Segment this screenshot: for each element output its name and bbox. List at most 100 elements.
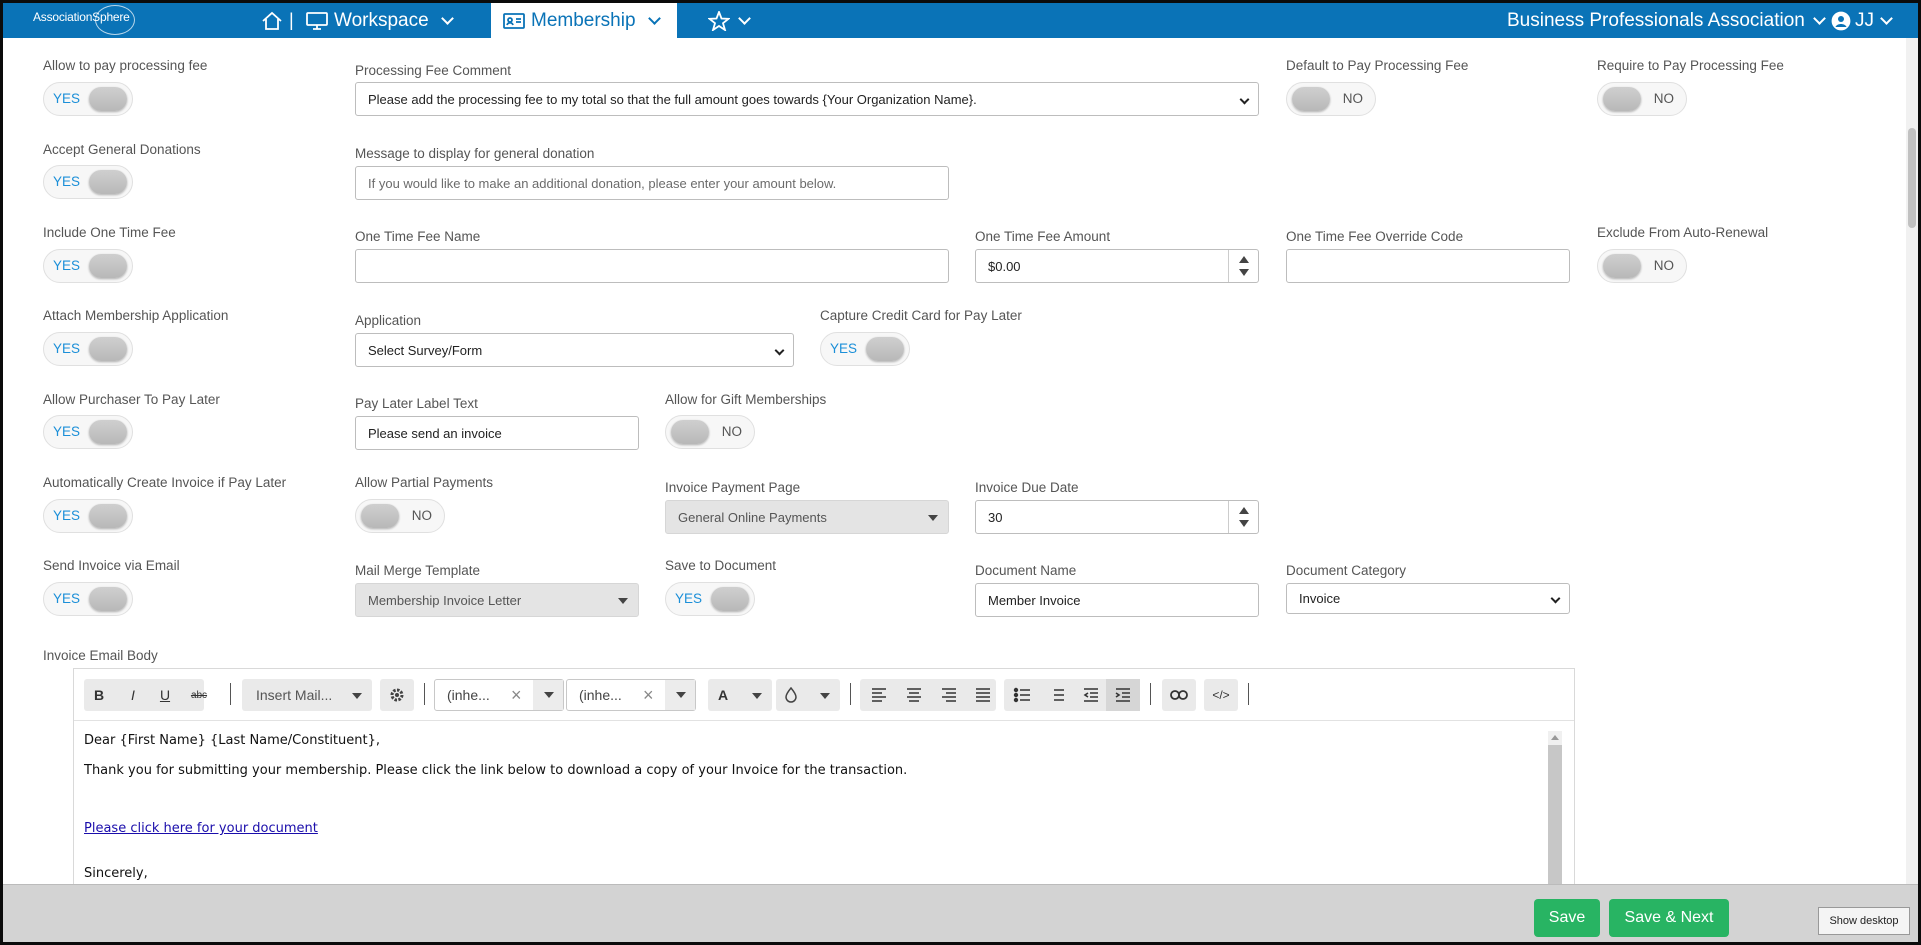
show-desktop-button[interactable]: Show desktop — [1818, 907, 1910, 935]
bold-button[interactable]: B — [84, 679, 114, 711]
caret-down-icon — [676, 692, 686, 698]
chevron-down-icon — [774, 345, 785, 356]
attach-app-toggle[interactable]: YES — [43, 332, 133, 366]
code-icon: </> — [1212, 688, 1230, 702]
fee-amount-label: One Time Fee Amount — [975, 229, 1111, 244]
italic-button[interactable]: I — [118, 679, 148, 711]
spin-up-icon[interactable] — [1239, 256, 1249, 263]
font-family-dropdown[interactable]: (inhe... × — [434, 679, 564, 711]
home-button[interactable]: | — [261, 3, 294, 38]
override-code-input[interactable] — [1286, 249, 1570, 283]
spin-down-icon[interactable] — [1239, 520, 1249, 527]
list-indent-group — [1004, 679, 1140, 711]
gift-toggle[interactable]: NO — [665, 415, 755, 449]
favorites-menu[interactable] — [708, 3, 755, 38]
fee-name-input[interactable] — [355, 249, 949, 283]
app-logo[interactable]: AssociationSphere — [33, 5, 135, 35]
show-desktop-label: Show desktop — [1829, 915, 1899, 927]
save-button[interactable]: Save — [1534, 899, 1600, 937]
user-icon — [1831, 11, 1851, 30]
doc-category-select[interactable]: Invoice — [1286, 583, 1570, 614]
pay-later-toggle[interactable]: YES — [43, 415, 133, 449]
email-body-label: Invoice Email Body — [43, 648, 158, 663]
fee-amount-value: $0.00 — [988, 258, 1021, 274]
scroll-up-icon[interactable] — [1548, 731, 1562, 745]
override-code-label: One Time Fee Override Code — [1286, 229, 1464, 244]
strikethrough-button[interactable]: abc — [182, 679, 216, 711]
one-time-fee-toggle[interactable]: YES — [43, 249, 133, 283]
toggle-state: YES — [53, 258, 81, 273]
spin-up-icon[interactable] — [1239, 507, 1249, 514]
caret-down-icon — [820, 693, 830, 699]
accept-donations-label: Accept General Donations — [43, 142, 201, 157]
user-menu[interactable]: JJ — [1831, 3, 1897, 38]
fee-amount-input[interactable]: $0.00 — [975, 249, 1259, 283]
allow-fee-toggle[interactable]: YES — [43, 82, 133, 116]
mail-merge-value: Membership Invoice Letter — [368, 592, 522, 608]
insert-link-button[interactable] — [1162, 679, 1196, 711]
page-scrollbar[interactable] — [1906, 38, 1918, 884]
insert-mail-merge-dropdown[interactable]: Insert Mail... — [242, 679, 372, 711]
require-fee-toggle[interactable]: NO — [1597, 82, 1687, 116]
doc-name-input[interactable]: Member Invoice — [975, 583, 1259, 617]
org-menu[interactable]: Business Professionals Association — [1507, 3, 1830, 38]
payment-page-select[interactable]: General Online Payments — [665, 500, 949, 534]
due-date-input[interactable]: 30 — [975, 500, 1259, 534]
donation-msg-input[interactable]: If you would like to make an additional … — [355, 166, 949, 200]
text-color-button[interactable]: A — [708, 679, 772, 711]
spin-down-icon[interactable] — [1239, 269, 1249, 276]
insert-mail-label: Insert Mail... — [256, 687, 333, 703]
clear-icon[interactable]: × — [511, 685, 522, 706]
accept-donations-toggle[interactable]: YES — [43, 165, 133, 199]
font-size-dropdown[interactable]: (inhe... × — [566, 679, 696, 711]
font-size-toggle[interactable] — [665, 680, 695, 710]
underline-button[interactable]: U — [150, 679, 180, 711]
membership-menu[interactable]: Membership — [491, 3, 677, 38]
editor-scrollbar[interactable] — [1548, 731, 1562, 884]
toggle-knob — [89, 87, 127, 111]
pay-later-text-input[interactable]: Please send an invoice — [355, 416, 639, 450]
home-separator: | — [289, 10, 294, 30]
clear-icon[interactable]: × — [643, 685, 654, 706]
toolbar-divider — [1248, 683, 1249, 705]
caret-down-icon — [618, 598, 628, 604]
chevron-down-icon — [1880, 11, 1893, 25]
document-link[interactable]: Please click here for your document — [84, 821, 318, 836]
save-next-button[interactable]: Save & Next — [1609, 899, 1729, 937]
application-label: Application — [355, 313, 422, 328]
toggle-state: YES — [53, 91, 81, 106]
view-html-button[interactable]: </> — [1204, 679, 1238, 711]
toggle-state: YES — [53, 508, 81, 523]
toggle-state: NO — [411, 508, 432, 523]
chevron-down-icon — [1550, 593, 1561, 604]
auto-invoice-toggle[interactable]: YES — [43, 499, 133, 533]
background-color-button[interactable] — [776, 679, 840, 711]
chevron-down-icon — [647, 11, 661, 25]
membership-label: Membership — [531, 9, 636, 31]
settings-button[interactable] — [380, 679, 414, 711]
toggle-state: YES — [830, 341, 858, 356]
save-label: Save — [1548, 909, 1586, 926]
number-spinner[interactable] — [1228, 250, 1258, 282]
doc-name-value: Member Invoice — [988, 592, 1081, 608]
toggle-knob — [89, 420, 127, 444]
capture-cc-toggle[interactable]: YES — [820, 332, 910, 366]
mail-merge-select[interactable]: Membership Invoice Letter — [355, 583, 639, 617]
partial-toggle[interactable]: NO — [355, 499, 445, 533]
send-email-label: Send Invoice via Email — [43, 558, 180, 573]
font-family-toggle[interactable] — [533, 680, 563, 710]
send-email-toggle[interactable]: YES — [43, 582, 133, 616]
payment-page-value: General Online Payments — [678, 509, 827, 525]
chevron-down-icon — [1812, 11, 1826, 25]
workspace-menu[interactable]: Workspace — [306, 3, 458, 38]
scroll-thumb[interactable] — [1908, 128, 1916, 228]
default-fee-toggle[interactable]: NO — [1286, 82, 1376, 116]
save-doc-toggle[interactable]: YES — [665, 582, 755, 616]
application-select[interactable]: Select Survey/Form — [355, 333, 794, 367]
exclude-renewal-toggle[interactable]: NO — [1597, 249, 1687, 283]
toggle-knob — [711, 587, 749, 611]
fee-comment-select[interactable]: Please add the processing fee to my tota… — [355, 82, 1259, 116]
number-spinner[interactable] — [1228, 501, 1258, 533]
fee-comment-label: Processing Fee Comment — [355, 63, 512, 78]
list-icons — [1013, 679, 1140, 711]
